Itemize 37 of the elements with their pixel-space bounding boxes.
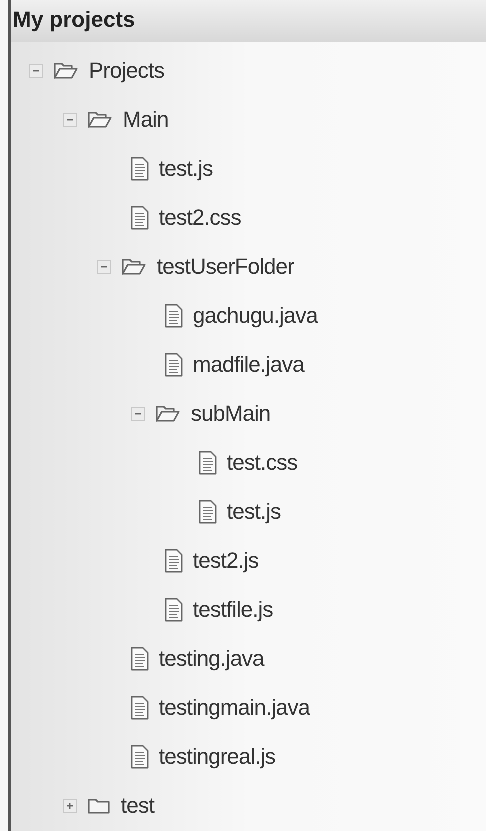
file-icon	[131, 696, 149, 720]
collapse-icon[interactable]	[29, 64, 43, 78]
file-name[interactable]: madfile.java	[193, 348, 304, 381]
expand-icon[interactable]	[63, 798, 77, 812]
folder-name[interactable]: test	[121, 789, 154, 822]
file-name[interactable]: test2.css	[159, 201, 242, 234]
folder-name[interactable]: subMain	[191, 397, 271, 430]
open-folder-icon	[53, 60, 79, 80]
collapse-icon[interactable]	[63, 112, 77, 126]
file-name[interactable]: gachugu.java	[193, 299, 318, 332]
file-icon	[199, 500, 217, 524]
file-icon	[131, 744, 149, 768]
folder-name[interactable]: testUserFolder	[157, 250, 294, 283]
file-icon	[131, 206, 149, 230]
file-name[interactable]: testingreal.js	[159, 740, 276, 773]
collapse-icon[interactable]	[97, 260, 111, 274]
file-name[interactable]: test.js	[227, 495, 281, 528]
panel-title: My projects	[13, 6, 136, 34]
file-name[interactable]: test2.js	[193, 544, 259, 577]
file-name[interactable]: testingmain.java	[159, 691, 310, 724]
file-icon	[165, 548, 183, 572]
file-icon	[165, 352, 183, 376]
file-icon	[131, 156, 149, 180]
file-icon	[131, 646, 149, 670]
file-icon	[165, 304, 183, 328]
collapse-icon[interactable]	[131, 406, 145, 420]
file-icon	[165, 598, 183, 622]
file-name[interactable]: testing.java	[159, 642, 264, 675]
file-name[interactable]: test.js	[159, 152, 213, 185]
open-folder-icon	[155, 404, 181, 424]
open-folder-icon	[121, 256, 147, 276]
file-name[interactable]: testfile.js	[193, 593, 274, 626]
file-icon	[199, 450, 217, 474]
file-name[interactable]: test.css	[227, 446, 298, 479]
open-folder-icon	[87, 110, 113, 130]
folder-name[interactable]: Projects	[89, 54, 164, 87]
folder-name[interactable]: Main	[123, 103, 169, 136]
